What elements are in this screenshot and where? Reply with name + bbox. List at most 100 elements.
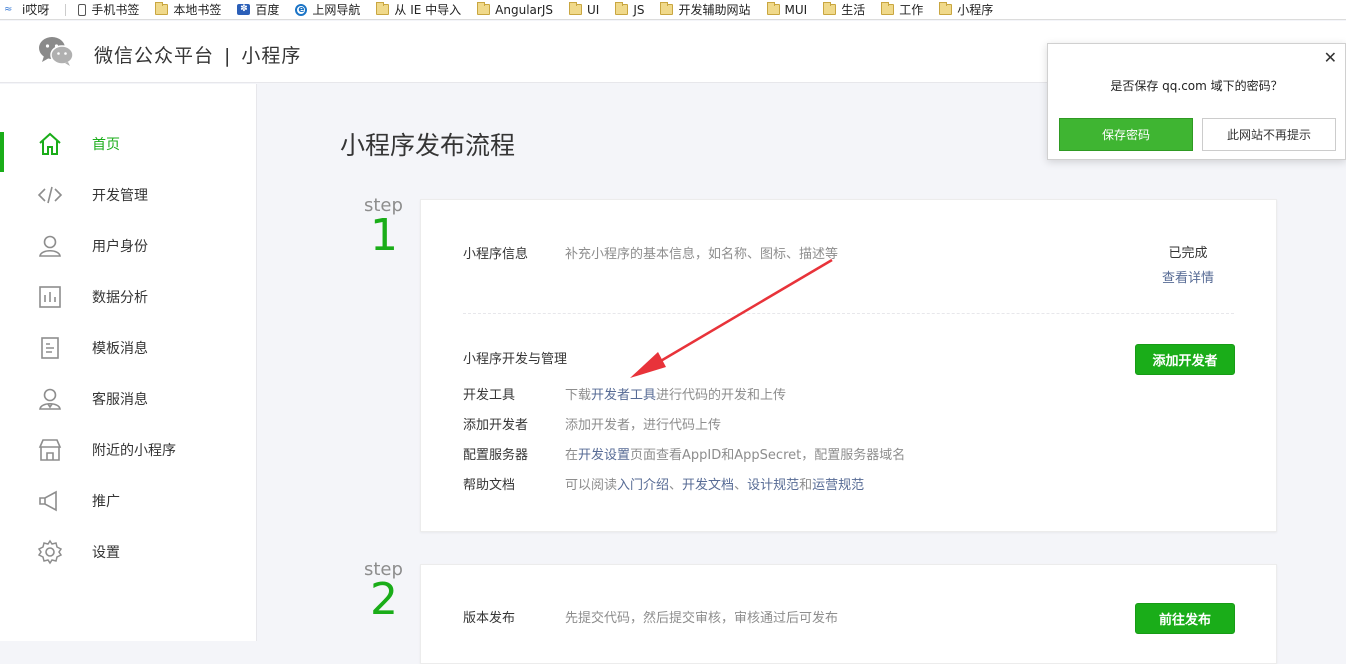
help-docs-key: 帮助文档 <box>463 478 516 493</box>
sidebar-item-label: 数据分析 <box>92 289 148 306</box>
bookmark-ui[interactable]: UI <box>565 0 603 19</box>
wave-icon: ≈ <box>4 4 13 15</box>
brand-separator: | <box>224 45 232 67</box>
sidebar-item-user-identity[interactable]: 用户身份 <box>0 220 256 271</box>
bookmark-miniprogram[interactable]: 小程序 <box>935 0 997 19</box>
bookmark-mui[interactable]: MUI <box>763 0 812 19</box>
info-row: 小程序信息 补充小程序的基本信息，如名称、图标、描述等 <box>463 243 838 262</box>
folder-icon <box>823 2 837 15</box>
ops-spec-link[interactable]: 运营规范 <box>812 478 864 493</box>
sidebar-item-label: 客服消息 <box>92 391 148 408</box>
sidebar-item-label: 首页 <box>92 136 120 153</box>
product-name: 小程序 <box>241 45 302 67</box>
folder-icon <box>939 2 953 15</box>
folder-icon <box>766 2 780 15</box>
brand-name: 微信公众平台 <box>94 45 215 67</box>
view-details-link[interactable]: 查看详情 <box>1162 267 1214 286</box>
dev-heading: 小程序开发与管理 <box>463 352 568 367</box>
step-2-number: 2 <box>370 574 398 625</box>
bookmark-mobile[interactable]: 手机书签 <box>74 0 143 19</box>
folder-icon <box>615 2 629 15</box>
dev-tools-row: 开发工具 下载开发者工具进行代码的开发和上传 <box>463 384 786 403</box>
never-remind-button[interactable]: 此网站不再提示 <box>1202 118 1336 151</box>
bookmark-angularjs[interactable]: AngularJS <box>473 0 557 19</box>
close-icon[interactable]: ✕ <box>1324 50 1337 66</box>
folder-icon <box>569 2 582 15</box>
sidebar-item-promotion[interactable]: 推广 <box>0 475 256 526</box>
sidebar-item-dev-management[interactable]: 开发管理 <box>0 169 256 220</box>
folder-icon <box>477 2 491 15</box>
info-value: 补充小程序的基本信息，如名称、图标、描述等 <box>565 247 839 262</box>
sidebar-item-label: 用户身份 <box>92 238 148 255</box>
folder-icon <box>376 2 390 15</box>
status-done-text: 已完成 <box>1168 246 1208 261</box>
sidebar-item-customer-service[interactable]: 客服消息 <box>0 373 256 424</box>
sidebar-item-data-analysis[interactable]: 数据分析 <box>0 271 256 322</box>
sidebar: 首页 开发管理 用户身份 数据分析 模板消息 客服消息 附近的小程序 推广 设置 <box>0 84 257 641</box>
server-config-row: 配置服务器 在开发设置页面查看AppID和AppSecret，配置服务器域名 <box>463 444 905 463</box>
step-2-card: 版本发布 先提交代码，然后提交审核，审核通过后可发布 前往发布 <box>420 564 1277 664</box>
bookmarks-bar: ≈ i哎呀 手机书签 本地书签 ✽ 百度 e 上网导航 从 IE 中导入 Angula… <box>0 0 1346 20</box>
sidebar-item-template-message[interactable]: 模板消息 <box>0 322 256 373</box>
bookmark-divider <box>65 3 67 16</box>
step-1-number: 1 <box>370 210 398 261</box>
go-release-button[interactable]: 前往发布 <box>1135 603 1235 634</box>
bookmark-local[interactable]: 本地书签 <box>151 0 225 19</box>
section-divider <box>463 313 1234 314</box>
gear-icon <box>37 539 63 564</box>
brand-title[interactable]: 微信公众平台 | 小程序 <box>94 41 301 68</box>
bookmark-nav[interactable]: e 上网导航 <box>291 0 364 19</box>
bookmark-baidu[interactable]: ✽ 百度 <box>233 0 283 19</box>
save-password-popup: ✕ 是否保存 qq.com 域下的密码？ 保存密码 此网站不再提示 <box>1047 43 1346 160</box>
dev-tools-value: 下载开发者工具进行代码的开发和上传 <box>565 388 787 403</box>
phone-icon <box>78 3 87 16</box>
baidu-paw-icon: ✽ <box>237 4 251 15</box>
bookmark-life[interactable]: 生活 <box>819 0 869 19</box>
main-content: 小程序发布流程 step 1 小程序信息 补充小程序的基本信息，如名称、图标、描… <box>258 84 1346 664</box>
download-devtools-link[interactable]: 开发者工具 <box>591 388 656 403</box>
save-password-button[interactable]: 保存密码 <box>1059 118 1193 151</box>
release-value: 先提交代码，然后提交审核，审核通过后可发布 <box>565 611 839 626</box>
step-1-card: 小程序信息 补充小程序的基本信息，如名称、图标、描述等 已完成 查看详情 小程序… <box>420 199 1277 532</box>
sidebar-item-nearby[interactable]: 附近的小程序 <box>0 424 256 475</box>
release-key: 版本发布 <box>463 611 516 626</box>
dev-tools-key: 开发工具 <box>463 388 516 403</box>
design-spec-link[interactable]: 设计规范 <box>747 478 799 493</box>
service-icon <box>39 388 61 410</box>
add-dev-row: 添加开发者 添加开发者，进行代码上传 <box>463 414 721 433</box>
folder-icon <box>881 2 895 15</box>
dev-docs-link[interactable]: 开发文档 <box>682 478 734 493</box>
sidebar-item-label: 推广 <box>92 493 120 510</box>
server-config-value: 在开发设置页面查看AppID和AppSecret，配置服务器域名 <box>565 448 906 463</box>
server-config-key: 配置服务器 <box>463 448 529 463</box>
sidebar-item-settings[interactable]: 设置 <box>0 526 256 577</box>
dev-heading-row: 小程序开发与管理 <box>463 348 567 367</box>
bookmark-work[interactable]: 工作 <box>877 0 927 19</box>
wechat-logo-icon[interactable] <box>38 35 74 67</box>
sidebar-item-home[interactable]: 首页 <box>0 118 256 172</box>
info-status: 已完成 查看详情 <box>1162 242 1214 286</box>
bookmark-dev-sites[interactable]: 开发辅助网站 <box>656 0 754 19</box>
add-developer-button[interactable]: 添加开发者 <box>1135 344 1235 375</box>
code-icon <box>37 186 63 203</box>
dev-settings-link[interactable]: 开发设置 <box>578 448 630 463</box>
folder-icon <box>660 2 674 15</box>
add-dev-key: 添加开发者 <box>463 418 529 433</box>
release-row: 版本发布 先提交代码，然后提交审核，审核通过后可发布 <box>463 607 838 626</box>
bookmark-js[interactable]: JS <box>611 0 648 19</box>
sidebar-item-label: 开发管理 <box>92 187 148 204</box>
megaphone-icon <box>39 490 57 511</box>
intro-link[interactable]: 入门介绍 <box>617 478 669 493</box>
home-icon <box>39 132 61 155</box>
bookmark-ie-import[interactable]: 从 IE 中导入 <box>372 0 465 19</box>
sidebar-item-label: 设置 <box>92 544 120 561</box>
template-icon <box>41 336 59 359</box>
chart-icon <box>39 285 61 308</box>
user-icon <box>39 235 61 257</box>
help-docs-row: 帮助文档 可以阅读入门介绍、开发文档、设计规范和运营规范 <box>463 474 864 493</box>
info-key: 小程序信息 <box>463 247 529 262</box>
folder-icon <box>155 2 169 15</box>
sidebar-item-label: 附近的小程序 <box>92 442 176 459</box>
bookmark-iaiya[interactable]: ≈ i哎呀 <box>0 0 53 19</box>
popup-message: 是否保存 qq.com 域下的密码？ <box>1110 79 1283 93</box>
